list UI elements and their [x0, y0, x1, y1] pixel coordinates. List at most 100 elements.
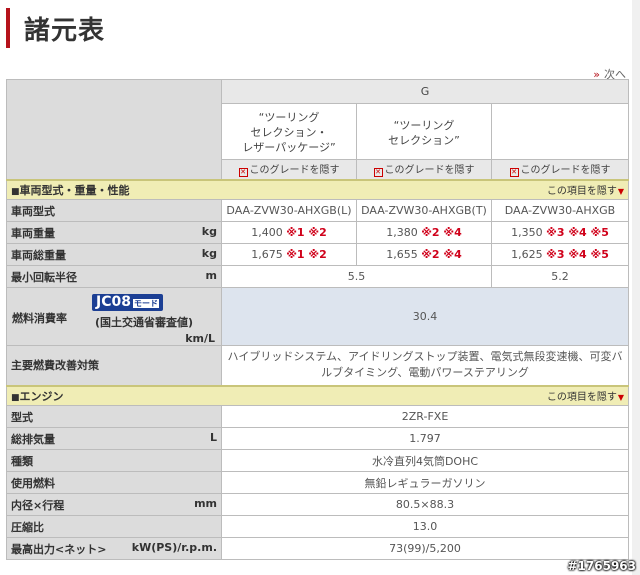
- row-label: 車両型式: [6, 199, 222, 222]
- table-cell: DAA-ZVW30-AHXGB(T): [356, 199, 492, 222]
- table-row: 種類 水冷直列4気筒DOHC: [6, 449, 630, 472]
- row-label-text: 最高出力<ネット>: [11, 542, 107, 556]
- section-header: ■エンジン この項目を隠す▼: [5, 384, 630, 406]
- table-cell: 1,400 ※1 ※2: [221, 221, 357, 244]
- footnote-mark: ※3 ※4 ※5: [546, 248, 609, 261]
- table-cell: 1.797: [220, 427, 630, 450]
- grade-header: G: [220, 79, 630, 104]
- table-row: 内径×行程 mm 80.5×88.3: [6, 493, 630, 516]
- table-cell: 13.0: [220, 515, 630, 538]
- variant-header: [490, 103, 630, 160]
- table-cell: 30.4: [220, 287, 630, 346]
- row-label-text: 内径×行程: [11, 498, 65, 512]
- row-label: 最小回転半径 m: [6, 265, 222, 288]
- jc08-mode-text: モード: [132, 299, 159, 308]
- table-cell: 1,380 ※2 ※4: [356, 221, 492, 244]
- hide-section-button[interactable]: この項目を隠す▼: [547, 182, 624, 197]
- cell-value: 水冷直列4気筒DOHC: [371, 454, 479, 468]
- table-cell: 5.5: [221, 265, 492, 288]
- title-accent-bar: [6, 8, 10, 48]
- cell-value: 1.797: [409, 432, 441, 445]
- section-header-cell: ■エンジン この項目を隠す▼: [5, 384, 630, 406]
- hide-section-button[interactable]: この項目を隠す▼: [547, 388, 624, 403]
- row-label-text: 車両重量: [11, 226, 55, 240]
- row-label-text: 型式: [11, 410, 33, 424]
- hide-section-label: この項目を隠す: [546, 391, 617, 403]
- cell-value: 80.5×88.3: [395, 498, 455, 511]
- table-row: 車両型式 DAA-ZVW30-AHXGB(L) DAA-ZVW30-AHXGB(…: [6, 199, 630, 222]
- table-cell: 73(99)/5,200: [220, 537, 630, 560]
- close-icon: ✕: [238, 168, 248, 178]
- table-row: 最小回転半径 m 5.5 5.2: [6, 265, 630, 288]
- row-label-text: 最小回転半径: [11, 270, 77, 284]
- cell-value: 無鉛レギュラーガソリン: [364, 476, 486, 490]
- page-title: 諸元表: [24, 16, 106, 46]
- vertical-scrollbar[interactable]: [632, 0, 640, 575]
- section-title: ■エンジン: [11, 390, 64, 403]
- row-label-text: 主要燃費改善対策: [11, 359, 99, 373]
- variant-label: “ツーリング セレクション”: [388, 118, 460, 147]
- unit-label: kg: [201, 224, 217, 238]
- section-title: ■車両型式・重量・性能: [11, 184, 130, 197]
- unit-label: kW(PS)/r.p.m.: [131, 540, 217, 554]
- row-label: 車両総重量 kg: [6, 243, 222, 266]
- table-row: 総排気量 L 1.797: [6, 427, 630, 450]
- square-icon: ■: [11, 186, 20, 197]
- cell-value: 30.4: [412, 310, 438, 323]
- row-label: 内径×行程 mm: [6, 493, 222, 516]
- unit-label: km/L: [185, 332, 215, 345]
- row-label-text: 圧縮比: [11, 520, 44, 534]
- jc08-badge: JC08 モード: [92, 294, 163, 311]
- row-label: 燃料消費率 JC08 モード (国土交通省審査値) km/L: [6, 287, 222, 346]
- footnote-mark: ※1 ※2: [286, 248, 327, 261]
- row-label: 最高出力<ネット> kW(PS)/r.p.m.: [6, 537, 222, 560]
- spec-table: G “ツーリング セレクション・ レザーパッケージ” “ツーリング セレクション…: [5, 79, 630, 560]
- cell-value: 1,675: [251, 248, 283, 261]
- row-label-text: 種類: [11, 454, 33, 468]
- row-label-text: 車両総重量: [11, 248, 66, 262]
- cell-value: 1,350: [511, 226, 543, 239]
- table-cell: 1,675 ※1 ※2: [221, 243, 357, 266]
- fuel-sub-label: (国土交通省審査値): [95, 316, 194, 329]
- row-label-text: 車両型式: [11, 204, 55, 218]
- table-row: 主要燃費改善対策 ハイブリッドシステム、アイドリングストップ装置、電気式無段変速…: [6, 345, 630, 386]
- section-header-cell: ■車両型式・重量・性能 この項目を隠す▼: [5, 178, 630, 200]
- hide-grade-label: このグレードを隠す: [520, 165, 611, 177]
- table-row: 最高出力<ネット> kW(PS)/r.p.m. 73(99)/5,200: [6, 537, 630, 560]
- cell-value: 1,400: [251, 226, 283, 239]
- unit-label: kg: [201, 246, 217, 260]
- hide-grade-button[interactable]: ✕ このグレードを隠す: [356, 159, 492, 180]
- variant-label: “ツーリング セレクション・ レザーパッケージ”: [242, 111, 336, 154]
- variant-header: “ツーリング セレクション・ レザーパッケージ”: [221, 103, 357, 160]
- section-title-text: エンジン: [19, 389, 64, 403]
- cell-value: 5.2: [551, 270, 569, 283]
- cell-value: 73(99)/5,200: [389, 542, 461, 555]
- row-label: 種類: [6, 449, 222, 472]
- row-label: 主要燃費改善対策: [6, 345, 222, 386]
- watermark: #1765963: [567, 559, 636, 573]
- variant-header: “ツーリング セレクション”: [356, 103, 492, 160]
- table-cell: 無鉛レギュラーガソリン: [220, 471, 630, 494]
- hide-grade-label: このグレードを隠す: [249, 165, 340, 177]
- hide-grade-button[interactable]: ✕ このグレードを隠す: [490, 159, 630, 180]
- cell-value: 5.5: [347, 270, 366, 283]
- row-label-text: 総排気量: [11, 432, 55, 446]
- jc08-badge-text: JC08: [96, 294, 131, 310]
- cell-value: 1,625: [511, 248, 543, 261]
- hide-grade-button[interactable]: ✕ このグレードを隠す: [221, 159, 357, 180]
- table-cell: DAA-ZVW30-AHXGB: [490, 199, 630, 222]
- square-icon: ■: [11, 392, 20, 403]
- table-row: 燃料消費率 JC08 モード (国土交通省審査値) km/L 30.4: [6, 287, 630, 346]
- cell-value: DAA-ZVW30-AHXGB(L): [226, 204, 352, 217]
- table-cell: 1,350 ※3 ※4 ※5: [490, 221, 630, 244]
- cell-value: DAA-ZVW30-AHXGB(T): [361, 204, 487, 217]
- cell-value: 1,380: [386, 226, 418, 239]
- footnote-mark: ※2 ※4: [421, 248, 462, 261]
- table-cell: 5.2: [490, 265, 630, 288]
- cell-value: 1,655: [386, 248, 418, 261]
- close-icon: ✕: [509, 168, 519, 178]
- unit-label: L: [209, 430, 217, 444]
- table-cell: 1,655 ※2 ※4: [356, 243, 492, 266]
- table-row: 車両重量 kg 1,400 ※1 ※2 1,380 ※2 ※4 1,350 ※3 …: [6, 221, 630, 244]
- unit-label: m: [205, 268, 217, 282]
